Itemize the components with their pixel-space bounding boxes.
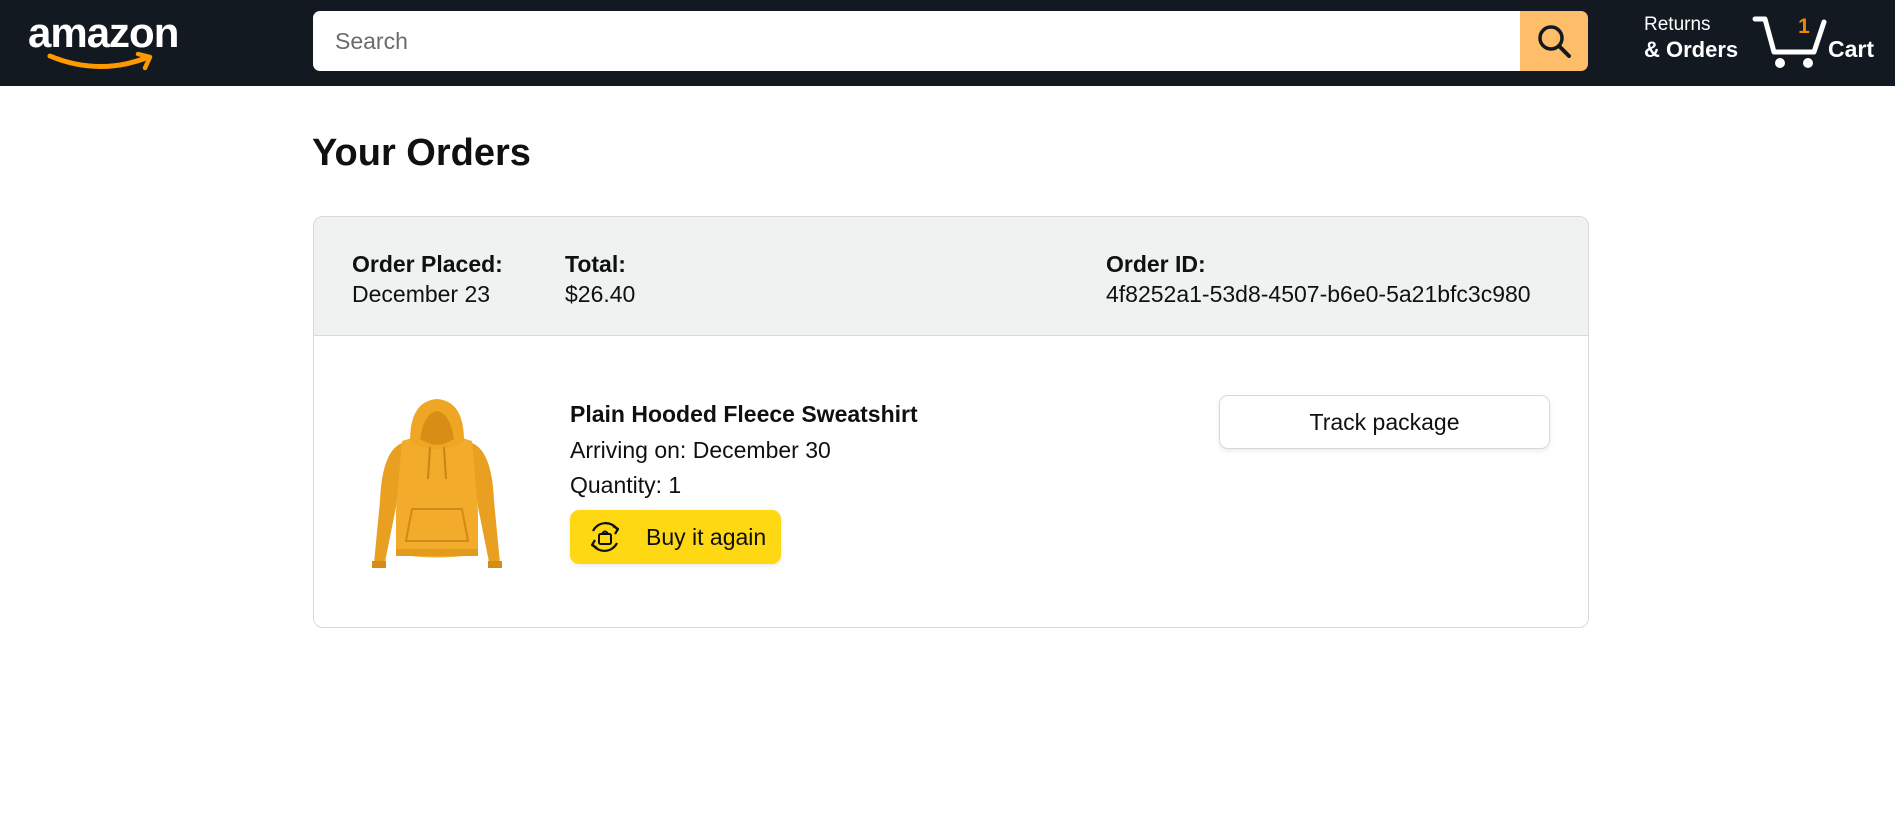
- amazon-smile-icon: [47, 51, 153, 71]
- logo-text: amazon: [28, 9, 179, 56]
- returns-and-orders-link[interactable]: Returns & Orders: [1644, 14, 1738, 63]
- order-total-value: $26.40: [565, 281, 636, 307]
- cart-count-badge: 1: [1798, 15, 1810, 38]
- orders-label: & Orders: [1644, 36, 1739, 62]
- page-title: Your Orders: [312, 132, 531, 174]
- arriving-date: Arriving on: December 30: [570, 437, 831, 463]
- quantity: Quantity: 1: [570, 472, 682, 498]
- top-nav-bar: amazon Returns & Orders 1 Cart: [0, 0, 1895, 86]
- order-header: Order Placed: December 23 Total: $26.40 …: [314, 217, 1588, 336]
- order-placed-date: December 23: [352, 281, 491, 307]
- cart-icon: [1752, 16, 1827, 68]
- buy-again-icon: [590, 522, 620, 552]
- search-button[interactable]: [1520, 11, 1588, 71]
- cart-label: Cart: [1828, 36, 1875, 62]
- product-name[interactable]: Plain Hooded Fleece Sweatshirt: [570, 401, 918, 428]
- buy-again-button[interactable]: Buy it again: [570, 510, 781, 564]
- order-id: Order ID: 4f8252a1-53d8-4507-b6e0-5a21bf…: [1106, 249, 1531, 309]
- order-total: Total: $26.40: [565, 249, 635, 309]
- search-input[interactable]: [313, 11, 1520, 71]
- order-total-label: Total:: [565, 251, 626, 277]
- search-bar: [313, 11, 1588, 71]
- order-id-label: Order ID:: [1106, 251, 1206, 277]
- product-image[interactable]: [362, 391, 512, 581]
- order-placed: Order Placed: December 23: [352, 249, 503, 309]
- returns-label: Returns: [1644, 14, 1711, 35]
- track-package-button[interactable]: Track package: [1219, 395, 1550, 449]
- cart-button[interactable]: 1 Cart: [1752, 12, 1888, 72]
- buy-again-label: Buy it again: [646, 524, 767, 550]
- order-card: Order Placed: December 23 Total: $26.40 …: [313, 216, 1589, 628]
- amazon-logo[interactable]: amazon: [28, 9, 183, 71]
- order-id-value: 4f8252a1-53d8-4507-b6e0-5a21bfc3c980: [1106, 281, 1531, 307]
- order-placed-label: Order Placed:: [352, 251, 503, 277]
- search-icon: [1538, 25, 1571, 58]
